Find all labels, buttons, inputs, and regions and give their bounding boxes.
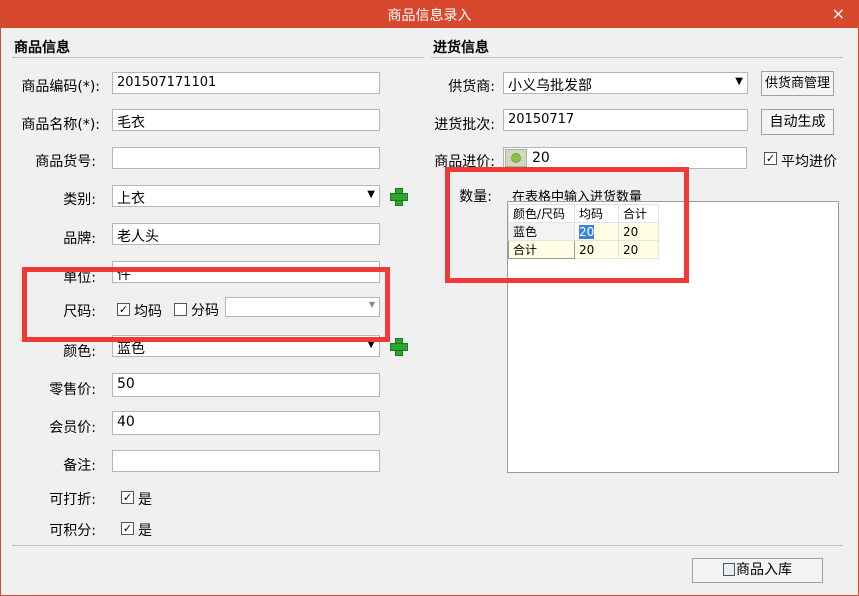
- code-label: 商品编码(*):: [21, 79, 100, 95]
- window-title: 商品信息录入: [387, 8, 472, 24]
- points-label: 可积分:: [49, 523, 96, 539]
- add-color-icon[interactable]: [389, 337, 408, 356]
- member-input[interactable]: 40: [112, 411, 380, 435]
- retail-input[interactable]: 50: [112, 373, 380, 397]
- retail-label: 零售价:: [49, 382, 96, 398]
- calculator-icon[interactable]: [505, 149, 527, 167]
- stock-in-label: 商品入库: [736, 562, 792, 578]
- cost-input[interactable]: 20: [503, 147, 747, 169]
- size-highlight-box: [22, 267, 390, 342]
- supplier-value: 小义乌批发部: [508, 78, 592, 94]
- chevron-down-icon: ▼: [367, 189, 375, 200]
- brand-label: 品牌:: [63, 231, 96, 247]
- supplier-select[interactable]: 小义乌批发部 ▼: [503, 72, 748, 94]
- category-value: 上衣: [117, 191, 145, 207]
- note-input[interactable]: [112, 450, 380, 472]
- gear-icon: [511, 153, 521, 163]
- product-section-title: 商品信息: [14, 40, 70, 56]
- note-label: 备注:: [63, 458, 96, 474]
- chevron-down-icon: ▼: [735, 76, 743, 87]
- product-section-divider: [12, 57, 424, 58]
- category-select[interactable]: 上衣 ▼: [112, 185, 380, 207]
- supplier-label: 供货商:: [448, 79, 495, 95]
- batch-input[interactable]: 20150717: [503, 109, 748, 131]
- discount-checkbox[interactable]: ✓: [121, 491, 134, 504]
- qty-highlight-box: [445, 167, 689, 283]
- avg-cost-label: 平均进价: [781, 154, 837, 170]
- points-checkbox[interactable]: ✓: [121, 522, 134, 535]
- color-value: 蓝色: [117, 341, 145, 357]
- color-label: 颜色:: [63, 344, 96, 360]
- brand-input[interactable]: 老人头: [112, 223, 380, 245]
- avg-cost-checkbox[interactable]: ✓: [764, 152, 777, 165]
- footer-divider: [12, 545, 843, 546]
- category-label: 类别:: [63, 192, 96, 208]
- discount-value: 是: [138, 492, 152, 508]
- cost-value: 20: [532, 150, 550, 166]
- member-label: 会员价:: [49, 420, 96, 436]
- close-icon[interactable]: ×: [832, 4, 845, 23]
- sku-input[interactable]: [112, 147, 380, 169]
- auto-generate-button[interactable]: 自动生成: [761, 109, 834, 135]
- code-input[interactable]: 201507171101: [112, 72, 380, 94]
- purchase-section-title: 进货信息: [433, 40, 489, 56]
- name-input[interactable]: 毛衣: [112, 109, 380, 131]
- points-value: 是: [138, 523, 152, 539]
- discount-label: 可打折:: [49, 492, 96, 508]
- title-bar: 商品信息录入 ×: [0, 0, 859, 28]
- purchase-section-divider: [431, 57, 843, 58]
- supplier-manage-button[interactable]: 供货商管理: [761, 71, 834, 96]
- sku-label: 商品货号:: [35, 154, 96, 170]
- document-icon: [723, 563, 735, 576]
- batch-label: 进货批次:: [434, 117, 495, 133]
- add-category-icon[interactable]: [389, 187, 408, 206]
- stock-in-button[interactable]: 商品入库: [692, 558, 823, 583]
- name-label: 商品名称(*):: [21, 117, 100, 133]
